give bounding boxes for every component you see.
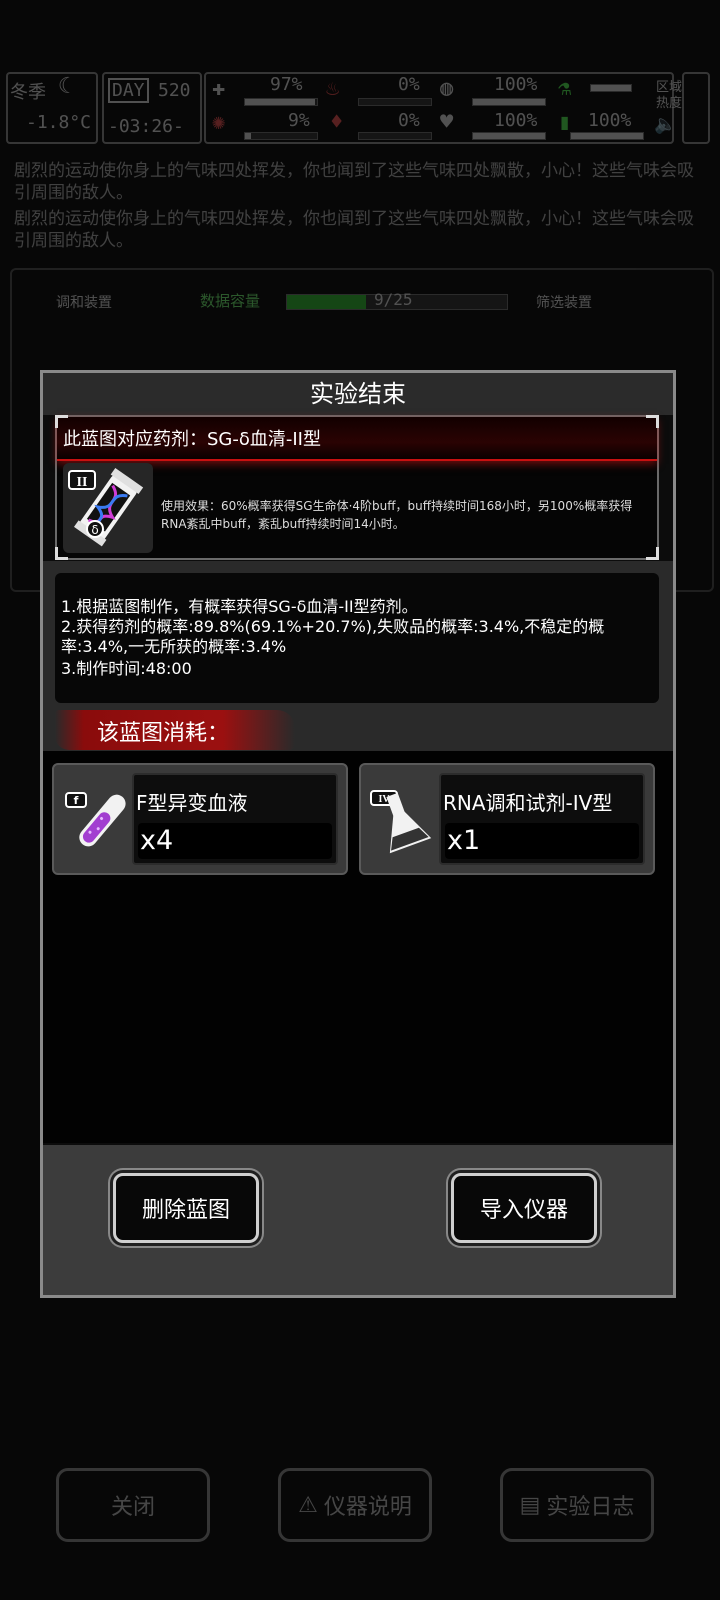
moon-icon: ☾ (58, 74, 72, 99)
tier-badge-text: f (74, 794, 79, 807)
cost-label: 该蓝图消耗： (97, 721, 230, 746)
left-device-label: 调和装置 (56, 295, 112, 311)
stat-bar (358, 98, 432, 106)
import-instrument-button[interactable]: 导入仪器 (451, 1173, 597, 1243)
production-info: 1.根据蓝图制作，有概率获得SG-δ血清-II型药剂。 2.获得药剂的概率:89… (55, 573, 659, 703)
dialog-title: 实验结束 (43, 373, 673, 415)
experiment-result-dialog: 实验结束 此蓝图对应药剂：SG-δ血清-II型 II δ 使用效果：60%概率获… (40, 370, 676, 1298)
close-button[interactable]: 关闭 (56, 1468, 210, 1542)
stat-bar (590, 84, 632, 92)
data-capacity-label: 数据容量 (200, 292, 261, 310)
test-tube-icon: f (60, 785, 130, 855)
heat-meter (682, 72, 710, 144)
hunger-icon: ♨ (326, 76, 340, 101)
stat-value: 9% (288, 110, 310, 131)
brain-icon: ✺ (212, 110, 226, 135)
frame-corner (55, 415, 68, 428)
effect-text: 使用效果：60%概率获得SG生命体·4阶buff，buff持续时间168小时，另… (161, 499, 633, 531)
stat-bar (244, 132, 318, 140)
stat-value: 0% (398, 74, 420, 95)
material-quantity: x1 (447, 825, 481, 856)
clock-text: -03:26- (108, 116, 184, 137)
material-card-rna-reagent[interactable]: IV RNA调和试剂-IV型 x1 (359, 763, 655, 875)
heart-icon: ♥ (440, 110, 454, 135)
tier-badge-text: II (77, 475, 88, 490)
stat-bar (244, 98, 318, 106)
log-message: 剧烈的运动使你身上的气味四处挥发，你也闻到了这些气味四处飘散，小心！这些气味会吸… (14, 209, 694, 251)
stat-bar (472, 98, 546, 106)
stat-bar (472, 132, 546, 140)
area-heat-label: 区域热度 (656, 80, 683, 111)
day-number: 520 (158, 80, 191, 101)
blueprint-header: 此蓝图对应药剂：SG-δ血清-II型 (57, 417, 657, 461)
stat-value: 100% (494, 110, 538, 131)
blood-drop-icon: ♦ (330, 110, 344, 135)
flask-flag-icon: ⚗ (558, 76, 572, 101)
lab-log-button[interactable]: ▤ 实验日志 (500, 1468, 654, 1542)
close-label: 关闭 (110, 1495, 155, 1520)
stat-value: 100% (494, 74, 538, 95)
medkit-icon: ✚ (212, 76, 226, 101)
blueprint-name: 此蓝图对应药剂：SG-δ血清-II型 (63, 429, 321, 450)
speaker-icon[interactable]: 🔈 (654, 114, 676, 135)
stat-bar (358, 132, 432, 140)
material-card-blood[interactable]: f F型异变血液 x4 (52, 763, 348, 875)
info-line: 3.制作时间:48:00 (61, 659, 192, 678)
data-capacity-value: 9/25 (374, 290, 413, 309)
stat-bar (570, 132, 644, 140)
info-line: 率:3.4%,一无所获的概率:3.4% (61, 637, 287, 656)
warning-icon: ⚠ (298, 1492, 318, 1518)
material-info: RNA调和试剂-IV型 x1 (439, 773, 645, 865)
document-icon: ▤ (519, 1492, 541, 1518)
instrument-help-label: 仪器说明 (323, 1495, 412, 1520)
material-name: RNA调和试剂-IV型 (443, 791, 613, 815)
frame-corner (646, 415, 659, 428)
frame-corner (646, 547, 659, 560)
stat-value: 97% (270, 74, 303, 95)
temperature-text: -1.8°C (26, 112, 92, 133)
day-label: DAY (108, 78, 149, 103)
serum-vial-graphic: II δ (68, 467, 144, 547)
lab-log-label: 实验日志 (546, 1495, 635, 1520)
material-info: F型异变血液 x4 (132, 773, 338, 865)
right-device-label: 筛选装置 (536, 295, 592, 311)
info-line: 1.根据蓝图制作，有概率获得SG-δ血清-II型药剂。 (61, 597, 418, 616)
material-quantity: x4 (140, 825, 174, 856)
serum-vial-icon[interactable]: II δ (63, 463, 153, 553)
info-line: 2.获得药剂的概率:89.8%(69.1%+20.7%),失败品的概率:3.4%… (61, 617, 605, 636)
stat-value: 100% (588, 110, 632, 131)
stat-value: 0% (398, 110, 420, 131)
material-name: F型异变血液 (136, 791, 248, 815)
flask-icon: IV (367, 785, 437, 855)
log-message: 剧烈的运动使你身上的气味四处挥发，你也闻到了这些气味四处飘散，小心！这些气味会吸… (14, 161, 694, 203)
delete-blueprint-button[interactable]: 删除蓝图 (113, 1173, 259, 1243)
blueprint-info: 此蓝图对应药剂：SG-δ血清-II型 II δ 使用效果：60%概率获得SG生命… (55, 415, 659, 560)
season-text: 冬季 (10, 82, 46, 103)
svg-text:δ: δ (91, 523, 98, 537)
stomach-icon: ◍ (440, 76, 454, 101)
instrument-help-button[interactable]: ⚠ 仪器说明 (278, 1468, 432, 1542)
